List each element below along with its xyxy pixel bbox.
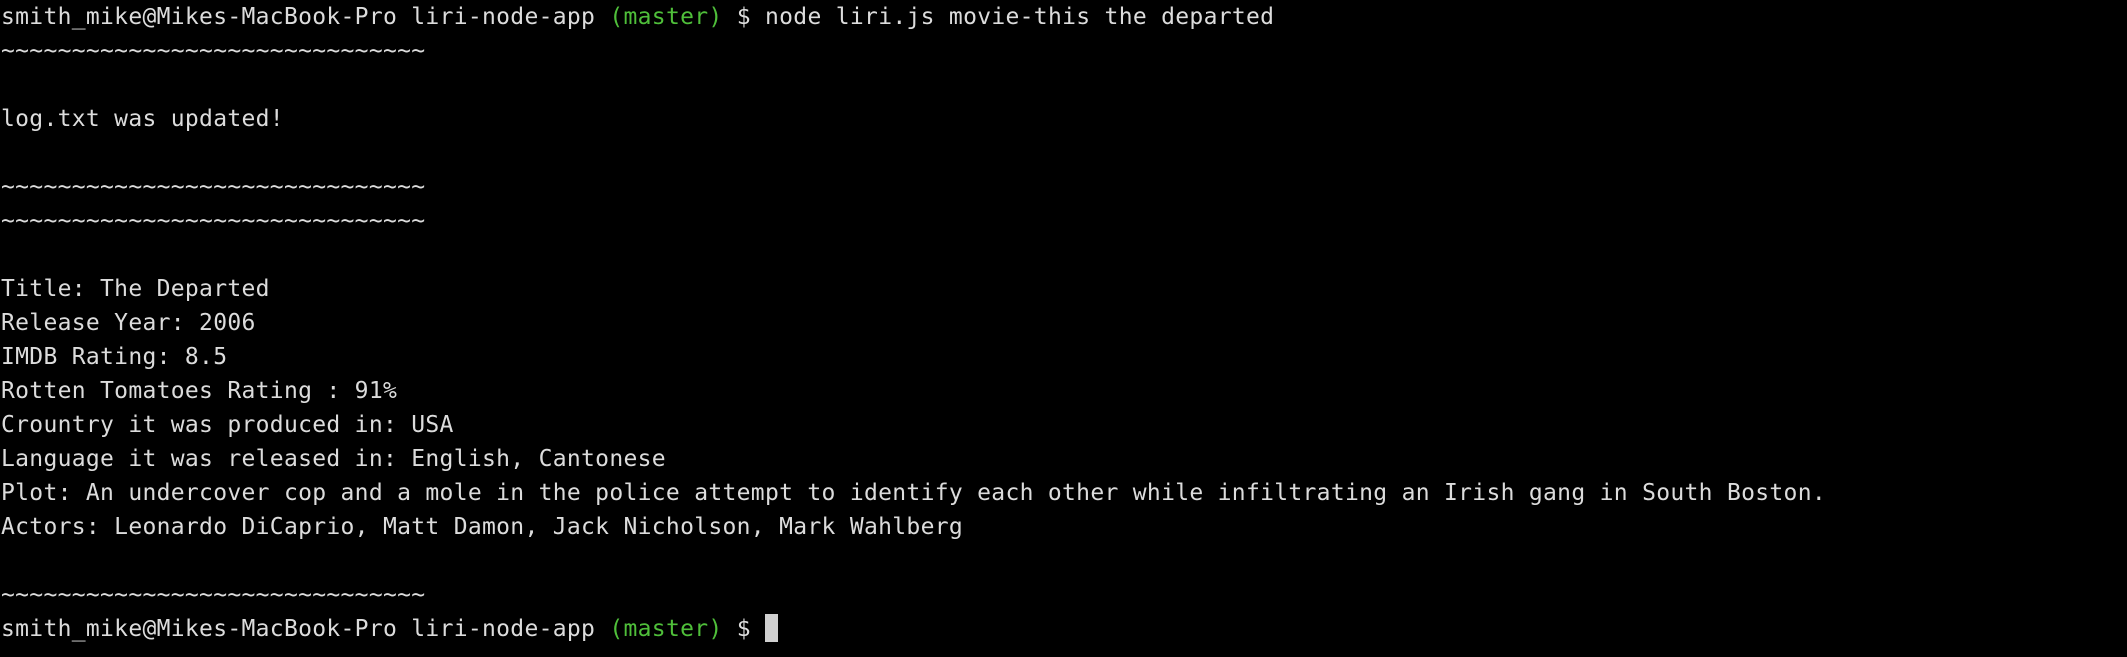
prompt-git-branch: (master): [609, 4, 723, 30]
movie-imdb-rating: IMDB Rating: 8.5: [1, 344, 228, 370]
active-prompt-line[interactable]: smith_mike@Mikes-MacBook-Pro liri-node-a…: [0, 612, 2127, 646]
separator-line: ~~~~~~~~~~~~~~~~~~~~~~~~~~~~~~: [1, 174, 426, 200]
terminal-window[interactable]: smith_mike@Mikes-MacBook-Pro liri-node-a…: [0, 0, 2127, 657]
movie-language: Language it was released in: English, Ca…: [1, 446, 666, 472]
movie-plot: Plot: An undercover cop and a mole in th…: [1, 480, 1826, 506]
movie-country: Crountry it was produced in: USA: [1, 412, 454, 438]
movie-title: Title: The Departed: [1, 276, 270, 302]
prompt-symbol: $: [736, 616, 751, 642]
movie-actors: Actors: Leonardo DiCaprio, Matt Damon, J…: [1, 514, 964, 540]
prompt-symbol: $: [736, 4, 751, 30]
prompt-directory: liri-node-app: [411, 616, 596, 642]
log-updated-message: log.txt was updated!: [1, 106, 284, 132]
command-text: node liri.js movie-this the departed: [765, 4, 1275, 30]
text-cursor[interactable]: [765, 614, 779, 642]
movie-release-year: Release Year: 2006: [1, 310, 256, 336]
prompt-git-branch: (master): [609, 616, 723, 642]
prompt-user-host: smith_mike@Mikes-MacBook-Pro: [1, 4, 398, 30]
command-line: smith_mike@Mikes-MacBook-Pro liri-node-a…: [0, 0, 2127, 34]
movie-rotten-tomatoes-rating: Rotten Tomatoes Rating : 91%: [1, 378, 398, 404]
separator-line: ~~~~~~~~~~~~~~~~~~~~~~~~~~~~~~: [1, 38, 426, 64]
prompt-directory: liri-node-app: [411, 4, 596, 30]
separator-line: ~~~~~~~~~~~~~~~~~~~~~~~~~~~~~~: [1, 208, 426, 234]
prompt-user-host: smith_mike@Mikes-MacBook-Pro: [1, 616, 398, 642]
separator-line: ~~~~~~~~~~~~~~~~~~~~~~~~~~~~~~: [1, 582, 426, 608]
